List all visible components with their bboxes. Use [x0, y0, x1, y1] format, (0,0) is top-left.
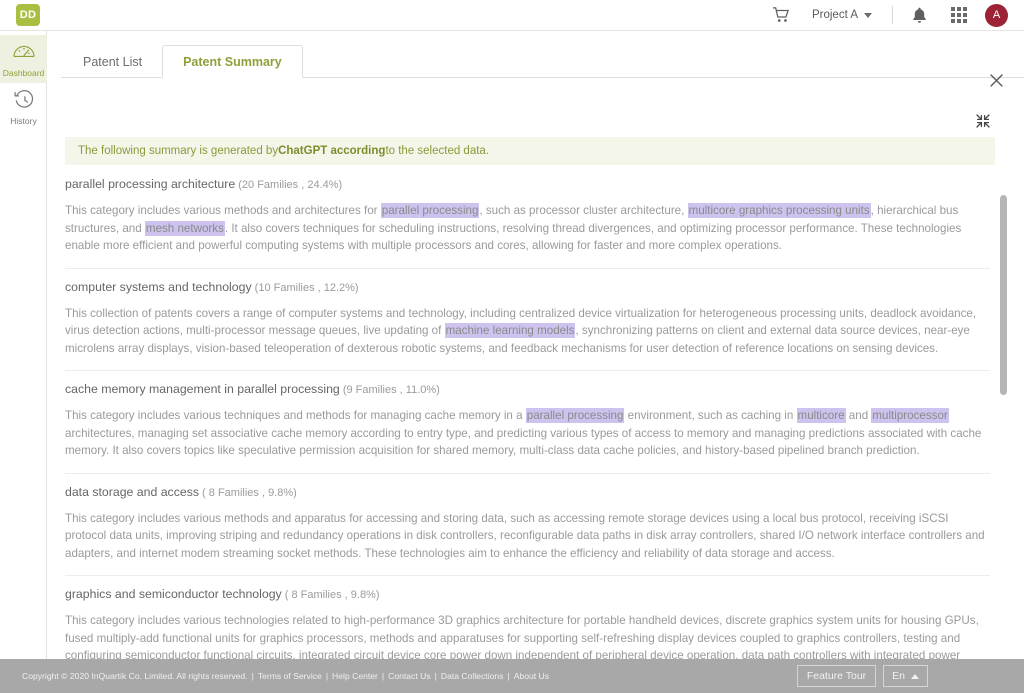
summary-scroll-area[interactable]: parallel processing architecture (20 Fam… [65, 172, 1007, 682]
summary-section-family-count: ( 8 Families , 9.8%) [281, 589, 380, 601]
project-selector-label: Project A [811, 9, 858, 21]
summary-section-body: This category includes various methods a… [65, 202, 990, 255]
summary-section-family-count: (10 Families , 12.2%) [251, 281, 359, 294]
sidebar-item-history[interactable]: History [0, 83, 47, 131]
chevron-down-icon [864, 12, 872, 18]
summary-section-title-name: computer systems and technology [65, 279, 252, 294]
summary-section-body: This category includes various technique… [65, 407, 990, 460]
sidebar-item-dashboard-label: Dashboard [2, 67, 45, 78]
footer-bar: Copyright © 2020 InQuartik Co. Limited. … [0, 659, 1024, 693]
avatar[interactable]: A [985, 3, 1008, 27]
footer-separator: | [325, 671, 329, 681]
summary-section-family-count: (9 Families , 11.0%) [339, 384, 440, 396]
summary-section-title-name: parallel processing architecture [65, 177, 236, 191]
summary-section-family-count: (20 Families , 24.4%) [235, 179, 343, 191]
highlighted-term[interactable]: machine learning models [444, 323, 576, 338]
body-text: , such as processor cluster architecture… [479, 204, 688, 217]
footer-actions: Feature Tour En [796, 665, 1024, 687]
apps-grid-icon[interactable] [939, 7, 979, 23]
ai-notice-banner: The following summary is generated by Ch… [65, 137, 995, 165]
tab-patent-list[interactable]: Patent List [63, 45, 162, 78]
notice-suffix: to the selected data. [385, 145, 490, 157]
project-selector[interactable]: Project A [798, 9, 886, 21]
footer-link-help-center[interactable]: Help Center [332, 671, 378, 681]
history-clock-icon [13, 89, 35, 114]
app-logo[interactable]: DD [16, 4, 40, 26]
sidebar-item-history-label: History [10, 115, 37, 126]
footer-link-terms-of-service[interactable]: Terms of Service [258, 671, 322, 681]
cart-icon[interactable] [764, 7, 798, 23]
notice-prefix: The following summary is generated by [78, 145, 279, 157]
body-text: This category includes various methods a… [65, 204, 381, 217]
feature-tour-button[interactable]: Feature Tour [796, 665, 877, 687]
body-text: This category includes various methods a… [65, 511, 985, 560]
notice-emphasis: ChatGPT according [278, 145, 386, 157]
summary-section-title: parallel processing architecture (20 Fam… [65, 176, 990, 193]
summary-section-title-name: data storage and access [65, 484, 199, 499]
footer-link-about-us[interactable]: About Us [514, 671, 549, 681]
top-bar: DD Project A A [0, 0, 1024, 31]
dashboard-gauge-icon [12, 41, 36, 66]
summary-section-body: This collection of patents covers a rang… [65, 305, 990, 358]
footer-copyright: Copyright © 2020 InQuartik Co. Limited. … [22, 671, 248, 681]
footer-link-contact-us[interactable]: Contact Us [388, 671, 431, 681]
summary-scrollbar-track[interactable] [1000, 181, 1007, 681]
summary-section: data storage and access ( 8 Families , 9… [65, 474, 990, 576]
tab-patent-summary[interactable]: Patent Summary [162, 45, 303, 78]
chevron-up-icon [911, 673, 919, 679]
highlighted-term[interactable]: mesh networks [144, 220, 225, 236]
footer-separator: | [251, 671, 254, 681]
main-panel: Patent List Patent Summary The following… [47, 31, 1024, 680]
summary-section-title: data storage and access ( 8 Families , 9… [65, 484, 990, 501]
body-text: and [845, 409, 872, 422]
summary-section-title: computer systems and technology (10 Fami… [65, 279, 990, 296]
summary-section: parallel processing architecture (20 Fam… [65, 172, 990, 269]
summary-section: cache memory management in parallel proc… [65, 371, 990, 474]
summary-section-body: This category includes various methods a… [65, 510, 990, 563]
highlighted-term[interactable]: parallel processing [380, 203, 480, 218]
apps-grid-dots [951, 7, 967, 23]
close-icon[interactable] [987, 71, 1005, 89]
summary-section: computer systems and technology (10 Fami… [65, 269, 990, 371]
summary-section-list: parallel processing architecture (20 Fam… [65, 172, 990, 682]
collapse-arrows-icon[interactable] [975, 113, 991, 129]
footer-links: Copyright © 2020 InQuartik Co. Limited. … [0, 671, 549, 681]
body-text: This category includes various technique… [65, 409, 526, 422]
application-window: DD Project A A Dashboard History Patent … [0, 0, 1024, 693]
toolbar-divider [892, 6, 893, 24]
footer-link-data-collections[interactable]: Data Collections [441, 671, 504, 681]
sidebar-item-dashboard[interactable]: Dashboard [0, 35, 47, 83]
highlighted-term[interactable]: multicore [796, 408, 846, 423]
footer-separator: | [507, 671, 510, 681]
summary-section-title: cache memory management in parallel proc… [65, 381, 990, 398]
summary-scrollbar-thumb[interactable] [1000, 195, 1007, 395]
footer-separator: | [381, 671, 385, 681]
language-selector-button[interactable]: En [883, 665, 928, 687]
highlighted-term[interactable]: multicore graphics processing units [687, 203, 871, 218]
language-selector-label: En [892, 670, 905, 682]
summary-section-title: graphics and semiconductor technology ( … [65, 586, 990, 603]
summary-section-title-name: graphics and semiconductor technology [65, 587, 282, 601]
highlighted-term[interactable]: parallel processing [525, 408, 625, 423]
bell-icon[interactable] [899, 7, 939, 24]
summary-section-title-name: cache memory management in parallel proc… [65, 382, 340, 396]
body-text: environment, such as caching in [624, 409, 797, 422]
body-text: architectures, managing set associative … [65, 426, 982, 458]
footer-separator: | [434, 671, 437, 681]
left-sidebar: Dashboard History [0, 31, 47, 659]
highlighted-term[interactable]: multiprocessor [871, 408, 949, 423]
summary-section-family-count: ( 8 Families , 9.8%) [199, 486, 297, 499]
tab-bar: Patent List Patent Summary [47, 31, 1024, 78]
top-bar-right-group: Project A A [764, 0, 1024, 31]
